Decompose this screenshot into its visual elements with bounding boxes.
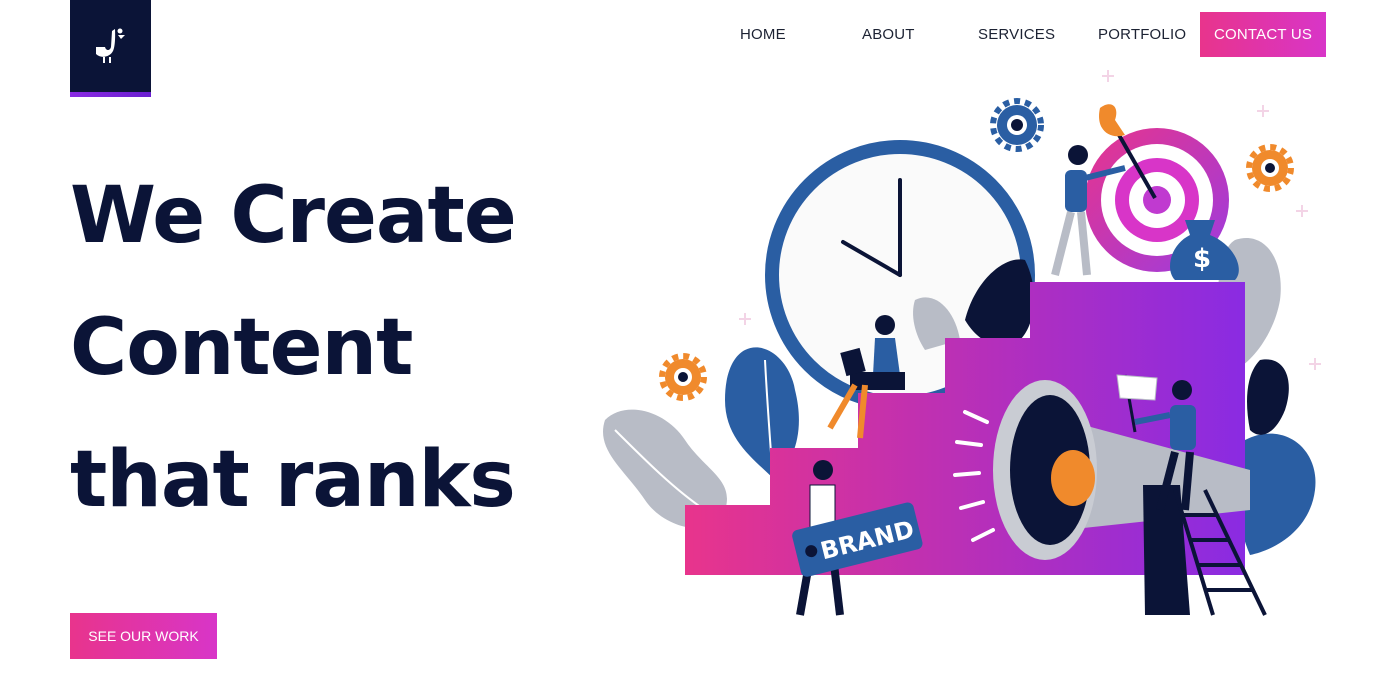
gear-icon bbox=[1246, 144, 1294, 192]
money-symbol: $ bbox=[1193, 244, 1211, 274]
see-our-work-button[interactable]: SEE OUR WORK bbox=[70, 613, 217, 659]
hero-illustration: $ BRAND bbox=[603, 70, 1321, 616]
nav-about[interactable]: ABOUT bbox=[862, 12, 915, 57]
hero-line-3: that ranks bbox=[70, 435, 516, 525]
plant-right-blue bbox=[1235, 359, 1316, 555]
gear-icon bbox=[659, 353, 707, 401]
hero-line-2: Content bbox=[70, 303, 413, 393]
hero-line-1: We Create bbox=[70, 171, 517, 261]
nav-portfolio[interactable]: PORTFOLIO bbox=[1098, 12, 1186, 57]
hero-headline: We Create Content that ranks bbox=[70, 150, 517, 546]
gear-icon bbox=[990, 98, 1044, 152]
logo-underline bbox=[70, 92, 151, 97]
main-nav: HOME ABOUT SERVICES PORTFOLIO CONTACT US bbox=[0, 12, 1396, 57]
nav-services[interactable]: SERVICES bbox=[978, 12, 1055, 57]
nav-home[interactable]: HOME bbox=[740, 12, 786, 57]
contact-us-button[interactable]: CONTACT US bbox=[1200, 12, 1326, 57]
